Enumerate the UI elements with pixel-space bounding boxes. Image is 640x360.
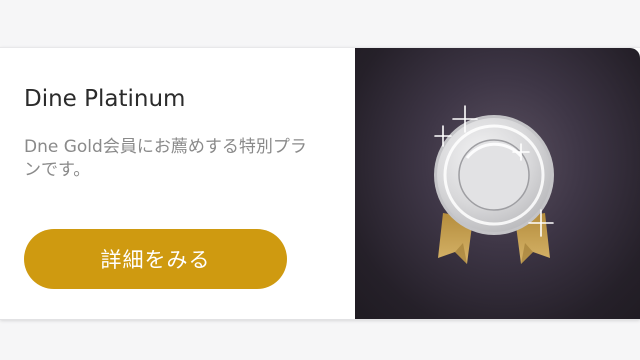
plan-title: Dine Platinum: [24, 86, 186, 112]
plan-image: [355, 48, 640, 319]
plan-info: Dine Platinum Dne Gold会員にお薦めする特別プランです。 詳…: [0, 48, 355, 319]
platinum-medal-icon: [434, 105, 554, 264]
view-details-button[interactable]: 詳細をみる: [24, 229, 287, 289]
plan-card: Dine Platinum Dne Gold会員にお薦めする特別プランです。 詳…: [0, 47, 640, 320]
plan-description: Dne Gold会員にお薦めする特別プランです。: [24, 137, 307, 180]
